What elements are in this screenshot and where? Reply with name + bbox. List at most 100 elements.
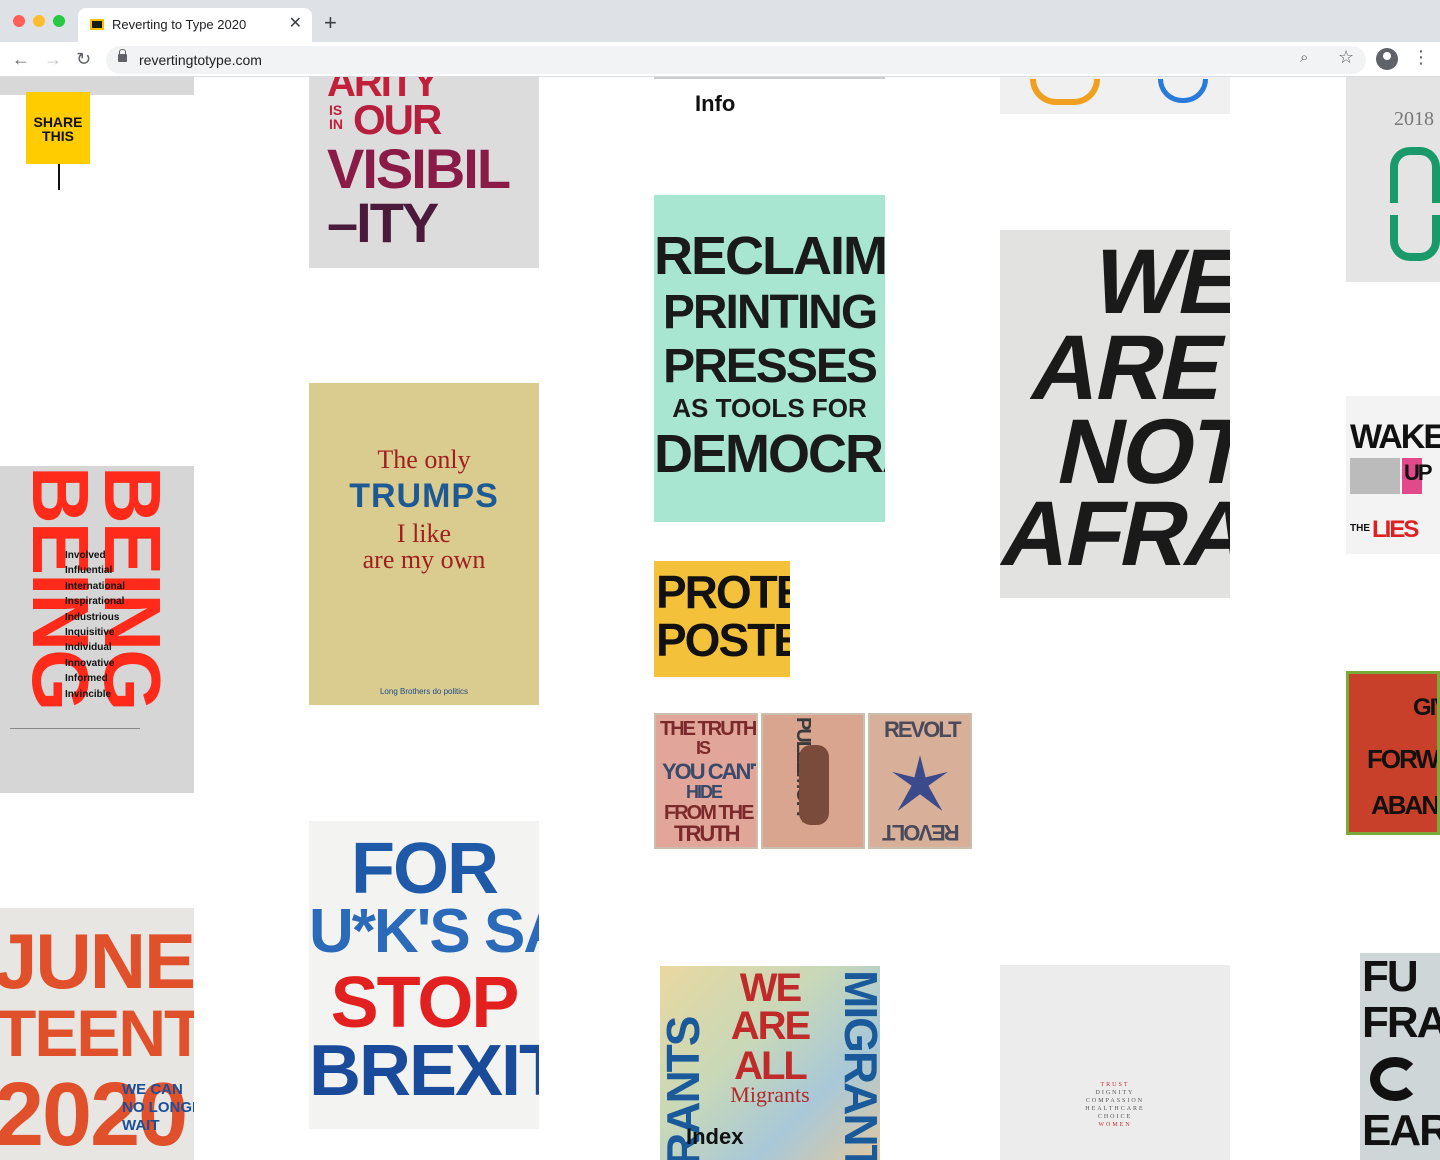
poster-forward[interactable]: GIV FORWAR ABANDO	[1346, 671, 1440, 835]
poster-forward-l3: ABANDO	[1371, 790, 1439, 820]
poster-reclaim-l5: DEMOCRACY	[654, 424, 885, 484]
poster-truth-c2: REVOLT	[884, 820, 960, 845]
poster-protest-l2: POSTERS	[656, 614, 790, 666]
poster-reclaim[interactable]: RECLAIM PRINTING PRESSES AS TOOLS FOR DE…	[654, 195, 885, 522]
zoom-icon[interactable]: ⌕	[1300, 50, 1308, 66]
poster-reclaim-l3: PRESSES	[663, 340, 878, 393]
browser-tab-bar: Reverting to Type 2020 ✕ +	[0, 0, 1440, 42]
forward-arrow-icon[interactable]: →	[44, 48, 62, 70]
poster-being-word: Involved	[65, 550, 106, 561]
poster-truth-c1: REVOLT	[884, 717, 962, 742]
poster-afraid-l1: WE	[1085, 231, 1230, 333]
poster-being-word: Innovative	[65, 657, 115, 669]
poster-brexit[interactable]: FOR U*K'S SAKE STOP BREXIT	[309, 821, 539, 1129]
poster-future-l3: EART	[1362, 1106, 1440, 1155]
poster-truth-a5: FROM THE	[664, 802, 754, 824]
poster-truth-a2: IS	[696, 738, 711, 758]
url-text[interactable]: revertingtotype.com	[139, 52, 262, 68]
poster-thai-year: 2018	[1394, 108, 1434, 130]
poster-visibility[interactable]: ARITY IS IN OUR VISIBIL –ITY	[309, 77, 539, 268]
poster-visibility-in: IN	[329, 116, 343, 132]
poster-future-l1: FU	[1362, 953, 1419, 1001]
browser-menu-icon[interactable]: ⋮	[1412, 46, 1430, 68]
poster-reclaim-l4: AS TOOLS FOR	[672, 393, 867, 423]
poster-reclaim-l2: PRINTING	[662, 286, 878, 339]
poster-being-word: International	[65, 580, 126, 592]
poster-future-l2: FRA	[1362, 998, 1440, 1047]
poster-truth-a6: TRUTH	[674, 821, 741, 846]
close-window-button[interactable]	[13, 15, 25, 27]
poster-juneteenth-l1: JUNE-	[0, 917, 194, 1005]
poster-future[interactable]: FU FRA EART	[1360, 953, 1440, 1160]
poster-being-word: Informed	[65, 673, 108, 685]
poster-women-word: HEALTHCARE	[1085, 1106, 1145, 1112]
favicon-icon	[90, 19, 104, 30]
poster-thai-glyph	[1390, 147, 1440, 203]
poster-trumps-l4: are my own	[362, 545, 486, 574]
poster-afraid[interactable]: WE ARE NOT AFRAID	[1000, 230, 1230, 598]
poster-truth-1[interactable]: THE TRUTH IS YOU CAN'T HIDE FROM THE TRU…	[654, 713, 758, 849]
poster-thai[interactable]: 2018	[1346, 77, 1440, 282]
poster-juneteenth[interactable]: JUNE- TEENTH 2020 WE CAN NO LONGER WAIT	[0, 908, 194, 1160]
poster-brexit-l4: BREXIT	[309, 1031, 539, 1111]
poster-women-word: WOMEN	[1098, 1122, 1132, 1128]
share-button[interactable]: SHARE THIS	[26, 92, 90, 164]
poster-wake-l1: WAKE	[1350, 418, 1440, 456]
poster-trumps-foot: Long Brothers do politics	[379, 687, 469, 696]
poster-being-words: Involved Influential International Inspirat…	[65, 548, 125, 702]
back-arrow-icon[interactable]: ←	[12, 48, 30, 70]
poster-wake[interactable]: WAKE UP THE LIES	[1346, 396, 1440, 554]
poster-future-s-icon	[1370, 1057, 1420, 1101]
reload-icon[interactable]: ↻	[76, 48, 91, 70]
poster-trumps[interactable]: The only TRUMPS I like are my own Long B…	[309, 383, 539, 705]
poster-juneteenth-side1: WE CAN	[122, 1081, 183, 1098]
maximize-window-button[interactable]	[53, 15, 65, 27]
poster-women-word: DIGNITY	[1095, 1090, 1135, 1096]
poster-truth-burst-icon	[892, 755, 948, 811]
share-stem	[58, 164, 60, 190]
poster-being-word: Invincible	[65, 688, 112, 700]
poster-trumps-l3: I like	[396, 519, 452, 548]
poster-partial-arc-icon-2	[1158, 79, 1208, 103]
minimize-window-button[interactable]	[33, 15, 45, 27]
poster-being-word: Influential	[65, 565, 113, 577]
poster-forward-l1: GIV	[1413, 694, 1437, 721]
info-link[interactable]: Info	[695, 91, 735, 117]
poster-forward-l2: FORWAR	[1367, 744, 1437, 774]
poster-women-word: COMPASSION	[1085, 1098, 1145, 1104]
poster-reclaim-l1: RECLAIM	[654, 226, 885, 286]
poster-brexit-l2: U*K'S SAKE	[309, 897, 539, 966]
poster-women-words: TRUST DIGNITY COMPASSION HEALTHCARE CHOICE WO…	[1000, 1081, 1230, 1129]
poster-protest-l1: PROTEST	[656, 566, 790, 618]
poster-being[interactable]: BEING BEING Involved Influential Internati…	[0, 466, 194, 793]
poster-partial-arc-icon	[1030, 79, 1100, 105]
browser-tab[interactable]: Reverting to Type 2020 ✕	[78, 8, 312, 42]
poster-women[interactable]: TRUST DIGNITY COMPASSION HEALTHCARE CHOICE WO…	[1000, 965, 1230, 1160]
poster-truth-2[interactable]: PULLEMOFF	[761, 713, 865, 849]
poster-visibility-l4: –ITY	[327, 191, 439, 254]
index-link[interactable]: Index	[686, 1124, 743, 1150]
tab-close-icon[interactable]: ✕	[289, 15, 302, 33]
poster-women-word: TRUST	[1100, 1082, 1130, 1088]
tab-title: Reverting to Type 2020	[112, 17, 247, 32]
poster-truth-a4: HIDE	[686, 782, 723, 802]
poster-trumps-l2: TRUMPS	[349, 477, 499, 515]
poster-protest[interactable]: PROTEST POSTERS	[654, 561, 790, 677]
info-divider	[654, 77, 885, 79]
poster-being-word: Industrious	[65, 611, 120, 623]
profile-avatar-icon[interactable]	[1376, 48, 1398, 70]
poster-being-rule	[10, 728, 140, 729]
poster-partial-color[interactable]	[1000, 77, 1230, 114]
poster-truth-a1: THE TRUTH	[660, 718, 756, 740]
address-bar[interactable]: revertingtotype.com	[106, 46, 1366, 74]
poster-truth-3[interactable]: REVOLT REVOLT	[868, 713, 972, 849]
poster-wake-l4: LIES	[1372, 516, 1419, 543]
new-tab-button[interactable]: +	[324, 12, 337, 34]
bookmark-star-icon[interactable]: ☆	[1338, 48, 1354, 66]
poster-being-word: Inspirational	[65, 596, 125, 608]
poster-truth-a3: YOU CAN'T	[662, 759, 758, 784]
poster-wake-l2: UP	[1404, 460, 1433, 485]
poster-women-word: CHOICE	[1097, 1114, 1133, 1120]
poster-thai-glyph-2	[1390, 215, 1440, 261]
poster-juneteenth-side3: WAIT	[122, 1117, 160, 1134]
